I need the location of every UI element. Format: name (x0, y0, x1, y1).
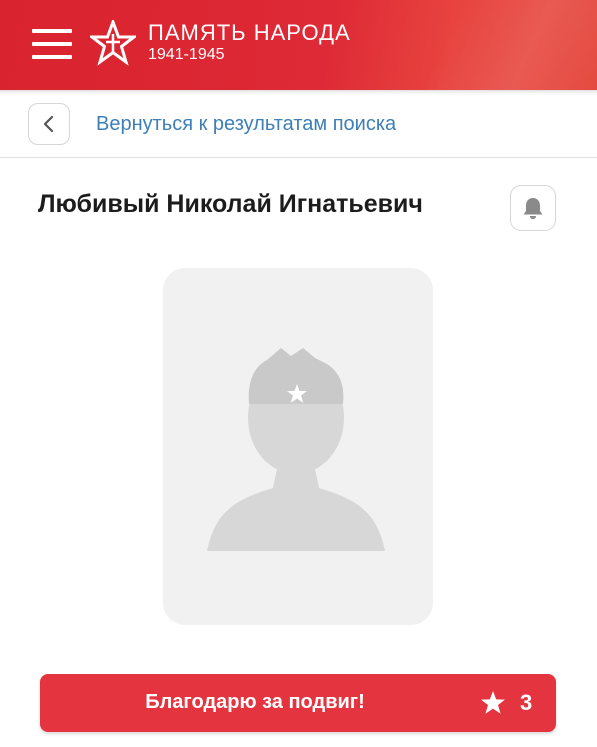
back-navigation-bar: Вернуться к результатам поиска (0, 90, 597, 158)
soldier-photo-placeholder (163, 268, 433, 625)
chevron-left-icon (43, 115, 54, 133)
star-logo-icon[interactable] (90, 20, 136, 66)
thanks-for-feat-button[interactable]: Благодарю за подвиг! 3 (40, 674, 556, 732)
person-name: Любивый Николай Игнатьевич (38, 190, 423, 218)
thanks-button-label: Благодарю за подвиг! (145, 691, 365, 713)
back-to-results-link[interactable]: Вернуться к результатам поиска (96, 113, 396, 136)
hamburger-menu-icon[interactable] (32, 29, 72, 59)
brand-title[interactable]: ПАМЯТЬ НАРОДА (148, 20, 351, 46)
subscribe-button[interactable] (510, 185, 556, 231)
thanks-count: 3 (520, 690, 533, 715)
soldier-silhouette-icon (207, 348, 385, 551)
back-button[interactable] (28, 103, 70, 145)
app-header: ПАМЯТЬ НАРОДА 1941-1945 (0, 0, 597, 90)
star-icon (481, 691, 505, 714)
bell-icon (523, 198, 543, 219)
brand-years: 1941-1945 (148, 46, 225, 63)
